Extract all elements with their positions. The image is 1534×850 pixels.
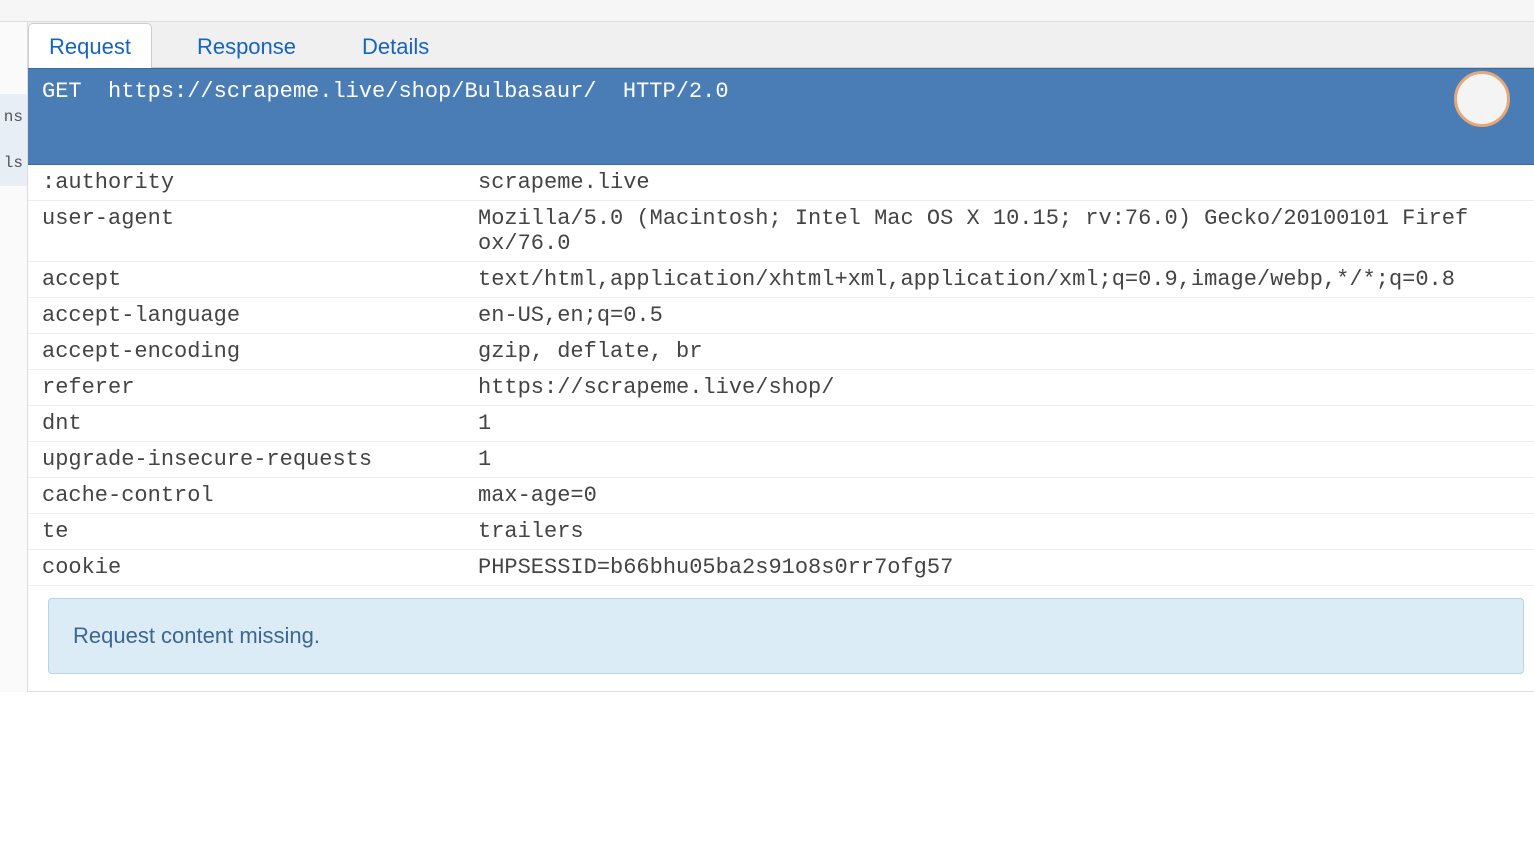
header-name: cookie	[28, 555, 478, 580]
table-row[interactable]: accept-encoding gzip, deflate, br	[28, 334, 1534, 370]
edit-button[interactable]	[1454, 71, 1510, 127]
header-value: gzip, deflate, br	[478, 339, 1534, 364]
header-name: cache-control	[28, 483, 478, 508]
request-method: GET	[42, 79, 82, 104]
header-name: upgrade-insecure-requests	[28, 447, 478, 472]
header-value: max-age=0	[478, 483, 1534, 508]
header-name: accept-encoding	[28, 339, 478, 364]
table-row[interactable]: cookie PHPSESSID=b66bhu05ba2s91o8s0rr7of…	[28, 550, 1534, 586]
tab-request[interactable]: Request	[28, 23, 152, 68]
content-missing-notice: Request content missing.	[48, 598, 1524, 674]
table-row[interactable]: accept-language en-US,en;q=0.5	[28, 298, 1534, 334]
header-name: dnt	[28, 411, 478, 436]
table-row[interactable]: accept text/html,application/xhtml+xml,a…	[28, 262, 1534, 298]
header-name: referer	[28, 375, 478, 400]
header-value: PHPSESSID=b66bhu05ba2s91o8s0rr7ofg57	[478, 555, 1534, 580]
table-row[interactable]: user-agent Mozilla/5.0 (Macintosh; Intel…	[28, 201, 1534, 262]
pencil-icon	[1390, 58, 1534, 141]
header-name: user-agent	[28, 206, 478, 256]
tab-response[interactable]: Response	[176, 23, 317, 68]
header-value: Mozilla/5.0 (Macintosh; Intel Mac OS X 1…	[478, 206, 1534, 256]
header-value: 1	[478, 411, 1534, 436]
left-sidebar-gutter: ns ls	[0, 22, 28, 692]
header-name: accept	[28, 267, 478, 292]
table-row[interactable]: :authority scrapeme.live	[28, 165, 1534, 201]
header-value: en-US,en;q=0.5	[478, 303, 1534, 328]
header-value: https://scrapeme.live/shop/	[478, 375, 1534, 400]
table-row[interactable]: cache-control max-age=0	[28, 478, 1534, 514]
window-chrome-spacer	[0, 0, 1534, 22]
table-row[interactable]: dnt 1	[28, 406, 1534, 442]
tab-bar: Request Response Details	[28, 22, 1534, 68]
header-name: accept-language	[28, 303, 478, 328]
header-name: te	[28, 519, 478, 544]
request-line: GET https://scrapeme.live/shop/Bulbasaur…	[28, 68, 1534, 165]
panel-bottom-border	[28, 684, 1534, 692]
table-row[interactable]: upgrade-insecure-requests 1	[28, 442, 1534, 478]
header-value: 1	[478, 447, 1534, 472]
header-value: scrapeme.live	[478, 170, 1534, 195]
request-url: https://scrapeme.live/shop/Bulbasaur/	[108, 79, 596, 104]
gutter-item: ls	[0, 140, 27, 186]
header-value: trailers	[478, 519, 1534, 544]
header-name: :authority	[28, 170, 478, 195]
header-value: text/html,application/xhtml+xml,applicat…	[478, 267, 1534, 292]
gutter-item: ns	[0, 94, 27, 140]
tab-details[interactable]: Details	[341, 23, 450, 68]
table-row[interactable]: referer https://scrapeme.live/shop/	[28, 370, 1534, 406]
table-row[interactable]: te trailers	[28, 514, 1534, 550]
request-protocol: HTTP/2.0	[623, 79, 729, 104]
headers-table: :authority scrapeme.live user-agent Mozi…	[28, 165, 1534, 586]
